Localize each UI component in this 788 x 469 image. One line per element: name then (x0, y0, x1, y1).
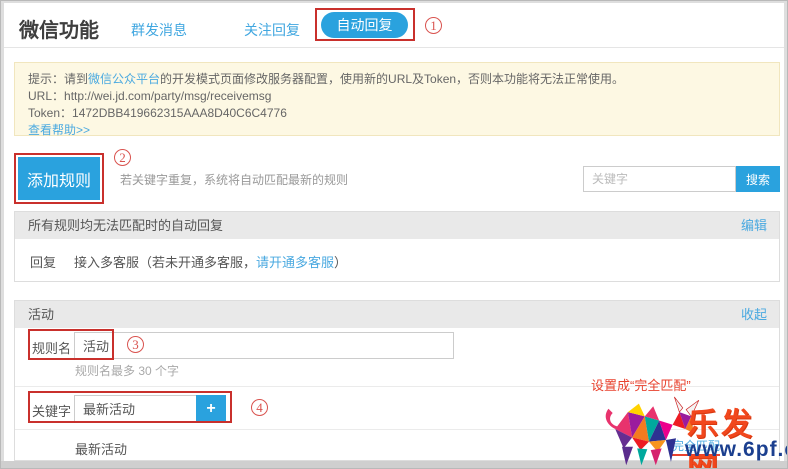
reply-label: 回复 (30, 255, 57, 270)
rule-name-hint: 规则名最多 30 个字 (75, 364, 180, 378)
rule-name-label: 规则名 (32, 341, 72, 356)
window-edge (1, 1, 4, 468)
add-rule-button[interactable]: 添加规则 (18, 157, 100, 200)
step-annotation-4: 4 (251, 399, 268, 416)
reply-prefix: 接入多客服（若未开通多客服， (74, 255, 257, 270)
token-label: Token： (28, 106, 73, 120)
url-label: URL： (28, 89, 65, 103)
reply-value: 接入多客服（若未开通多客服，请开通多客服） (74, 252, 347, 271)
token-value: 1472DBB419662315AAA8D40C6C4776 (72, 106, 287, 120)
collapse-link[interactable]: 收起 (741, 301, 767, 328)
notice-token-line: Token：1472DBB419662315AAA8D40C6C4776 (28, 105, 766, 122)
fallback-reply-section: 所有规则均无法匹配时的自动回复 编辑 回复 接入多客服（若未开通多客服，请开通多… (14, 211, 780, 282)
window-edge (1, 1, 787, 3)
page-title: 微信功能 (19, 20, 99, 42)
watermark-site-url: www.6pf.cn (685, 438, 787, 461)
step-annotation-3: 3 (127, 336, 144, 353)
keyword-item: 最新活动 (75, 442, 128, 457)
notice-intro-suffix: 的开发模式页面修改服务器配置，使用新的URL及Token，否则本功能将无法正常使… (160, 72, 625, 86)
page-header: 微信功能 群发消息 关注回复 自动回复 (4, 3, 786, 48)
keyword-duplicate-hint: 若关键字重复，系统将自动匹配最新的规则 (120, 173, 349, 187)
search-input[interactable] (583, 166, 736, 192)
edit-link[interactable]: 编辑 (741, 212, 767, 239)
rule-section-title: 活动 (28, 307, 55, 322)
notice-intro-prefix: 提示：请到 (28, 72, 89, 86)
url-value: http://wei.jd.com/party/msg/receivemsg (64, 89, 272, 103)
notice-line-intro: 提示：请到微信公众平台的开发模式页面修改服务器配置，使用新的URL及Token，… (28, 71, 766, 88)
wechat-platform-link[interactable]: 微信公众平台 (88, 72, 160, 86)
add-keyword-button[interactable]: + (196, 395, 226, 422)
notice-url-line: URL：http://wei.jd.com/party/msg/receivem… (28, 88, 766, 105)
tab-auto-reply[interactable]: 自动回复 (321, 12, 408, 38)
rule-section-header: 活动 收起 (15, 301, 779, 328)
fallback-reply-row: 回复 接入多客服（若未开通多客服，请开通多客服） (15, 239, 779, 282)
tab-follow-reply[interactable]: 关注回复 (244, 20, 300, 40)
keyword-input[interactable] (74, 395, 197, 422)
tab-mass-message[interactable]: 群发消息 (131, 20, 187, 40)
search-button[interactable]: 搜索 (736, 166, 780, 192)
view-help-link[interactable]: 查看帮助>> (28, 123, 90, 137)
keyword-label: 关键字 (32, 404, 72, 419)
reply-suffix: ） (334, 255, 348, 270)
server-config-notice: 提示：请到微信公众平台的开发模式页面修改服务器配置，使用新的URL及Token，… (14, 62, 780, 137)
step-annotation-2: 2 (114, 149, 131, 166)
fallback-section-header: 所有规则均无法匹配时的自动回复 编辑 (15, 212, 779, 239)
wechat-function-page: 微信功能 群发消息 关注回复 自动回复 1 提示：请到微信公众平台的开发模式页面… (0, 0, 788, 469)
fallback-section-title: 所有规则均无法匹配时的自动回复 (28, 218, 224, 233)
step-annotation-1: 1 (425, 17, 442, 34)
open-multi-service-link[interactable]: 请开通多客服 (256, 255, 334, 270)
